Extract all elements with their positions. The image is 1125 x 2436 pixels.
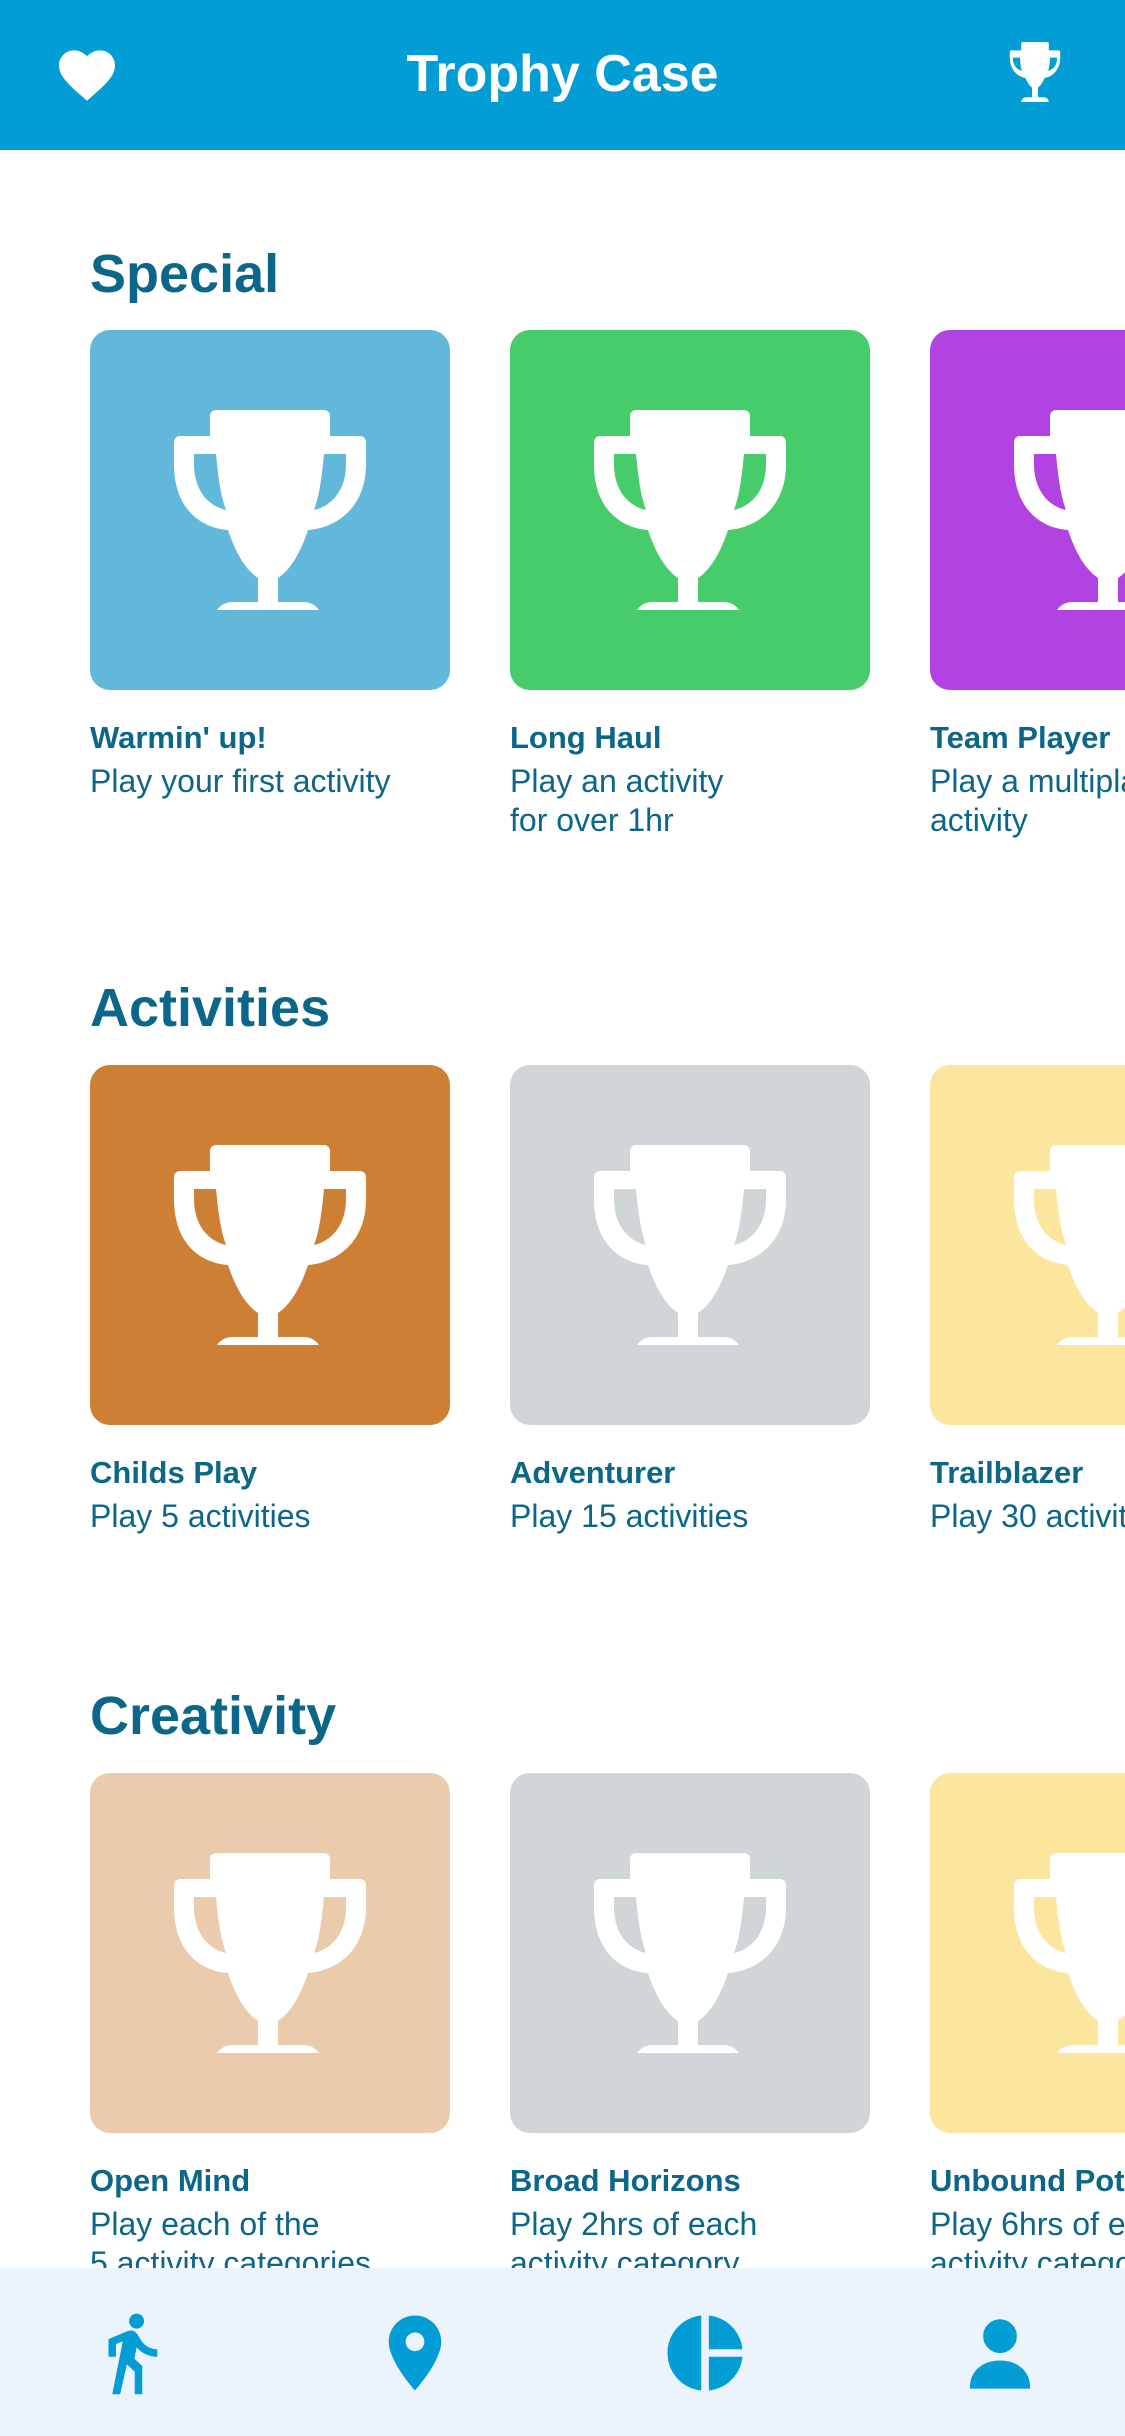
location-pin-icon: [388, 2315, 442, 2391]
trophy-name: Trailblazer: [930, 1455, 1084, 1490]
trophy-icon: [1014, 410, 1125, 610]
trophy-list[interactable]: Special Warmin' up! Play your first acti…: [0, 150, 1125, 2268]
trophy-name: Adventurer: [510, 1455, 676, 1490]
section-title-creativity: Creativity: [90, 1686, 337, 1746]
trophy-row-creativity[interactable]: Open Mind Play each of the 5 activity ca…: [0, 1773, 1125, 2268]
trophy-description: Play an activity for over 1hr: [510, 763, 724, 838]
trophy-description: Play 5 activities: [90, 1498, 311, 1534]
trophy-name: Warmin' up!: [90, 720, 267, 755]
trophy-card[interactable]: Open Mind Play each of the 5 activity ca…: [90, 1773, 450, 2268]
trophy-tile[interactable]: [510, 330, 870, 690]
section-title-activities: Activities: [90, 978, 331, 1038]
trophy-card[interactable]: Long Haul Play an activity for over 1hr: [510, 330, 870, 840]
trophy-tile[interactable]: [930, 1065, 1125, 1425]
running-person-icon: [108, 2313, 158, 2395]
section-title-special: Special: [90, 244, 280, 304]
app-header: Trophy Case: [0, 0, 1125, 150]
trophy-card[interactable]: Trailblazer Play 30 activities: [930, 1065, 1125, 1536]
trophy-name: Broad Horizons: [510, 2163, 741, 2198]
trophy-name: Team Player: [930, 720, 1111, 755]
trophy-row-special[interactable]: Warmin' up! Play your first activity Lon…: [0, 330, 1125, 930]
trophy-icon: [1014, 1853, 1125, 2053]
trophy-name: Unbound Potential: [930, 2163, 1125, 2198]
trophy-description: Play 15 activities: [510, 1498, 749, 1534]
trophy-icon[interactable]: [1002, 42, 1068, 107]
trophy-icon: [174, 1853, 366, 2053]
trophy-description: Play 2hrs of each activity category: [510, 2206, 758, 2268]
trophy-description: Play your first activity: [90, 763, 391, 799]
trophy-icon: [174, 410, 366, 610]
trophy-tile[interactable]: [90, 1773, 450, 2133]
trophy-icon: [594, 1145, 786, 1345]
trophy-tile[interactable]: [510, 1773, 870, 2133]
trophy-icon: [174, 1145, 366, 1345]
trophy-name: Open Mind: [90, 2163, 251, 2198]
trophy-row-activities[interactable]: Childs Play Play 5 activities Adventurer…: [0, 1065, 1125, 1665]
trophy-tile[interactable]: [90, 1065, 450, 1425]
trophy-description: Play 30 activities: [930, 1498, 1125, 1534]
trophy-tile[interactable]: [930, 1773, 1125, 2133]
trophy-card[interactable]: Adventurer Play 15 activities: [510, 1065, 870, 1536]
trophy-card[interactable]: Broad Horizons Play 2hrs of each activit…: [510, 1773, 870, 2268]
trophy-card[interactable]: Warmin' up! Play your first activity: [90, 330, 450, 801]
page-title: Trophy Case: [406, 45, 719, 103]
trophy-tile[interactable]: [930, 330, 1125, 690]
trophy-card[interactable]: Childs Play Play 5 activities: [90, 1065, 450, 1536]
nav-item-profile[interactable]: [955, 2308, 1045, 2398]
trophy-name: Childs Play: [90, 1455, 258, 1490]
trophy-name: Long Haul: [510, 720, 662, 755]
pie-chart-icon: [667, 2315, 743, 2391]
trophy-card[interactable]: Unbound Potential Play 6hrs of each acti…: [930, 1773, 1125, 2268]
trophy-description: Play a multiplayer activity: [930, 763, 1125, 838]
trophy-icon: [594, 410, 786, 610]
trophy-icon: [1014, 1145, 1125, 1345]
trophy-description: Play each of the 5 activity categories: [90, 2206, 372, 2268]
nav-item-activities[interactable]: [86, 2308, 176, 2398]
nav-item-stats[interactable]: [660, 2308, 750, 2398]
trophy-tile[interactable]: [90, 330, 450, 690]
bottom-nav: [0, 2268, 1125, 2436]
trophy-icon: [594, 1853, 786, 2053]
trophy-description: Play 6hrs of each activity category: [930, 2206, 1125, 2268]
trophy-card[interactable]: Team Player Play a multiplayer activity: [930, 330, 1125, 840]
trophy-tile[interactable]: [510, 1065, 870, 1425]
person-icon: [970, 2319, 1030, 2389]
nav-item-map[interactable]: [370, 2308, 460, 2398]
